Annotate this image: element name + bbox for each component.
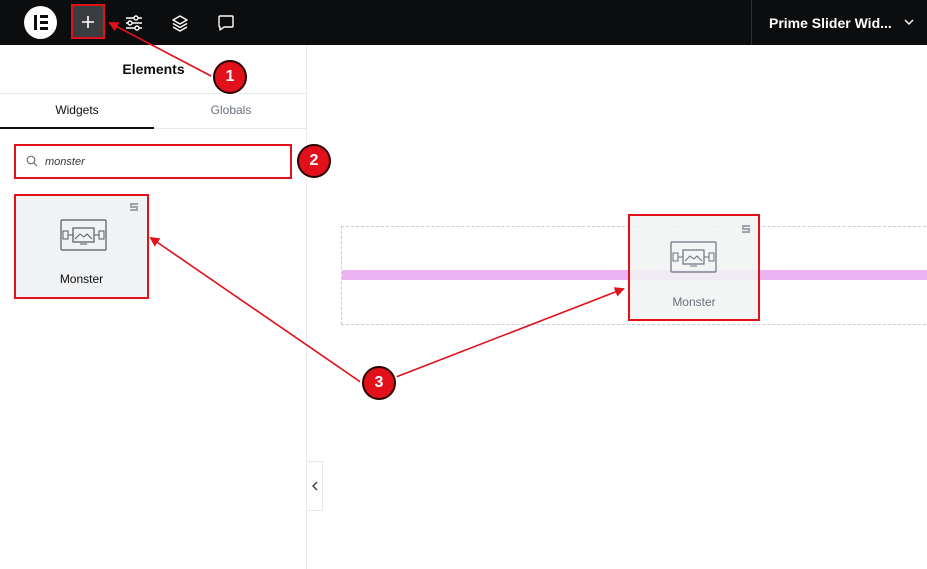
prime-slider-badge-icon <box>742 225 750 233</box>
panel-title: Elements <box>122 61 185 77</box>
tab-globals[interactable]: Globals <box>154 94 308 129</box>
plus-icon <box>82 15 94 28</box>
layers-icon <box>171 14 188 32</box>
panel-tabs: Widgets Globals <box>0 93 307 129</box>
monster-widget-icon <box>60 219 107 251</box>
search-input[interactable] <box>45 152 275 172</box>
site-name: Prime Slider Wid... <box>769 14 892 31</box>
widget-label: Monster <box>672 295 716 309</box>
annotation-badge-1: 1 <box>213 60 247 94</box>
editor-root: Prime Slider Wid... Elements Widgets Glo… <box>0 0 927 569</box>
top-bar: Prime Slider Wid... <box>0 0 927 45</box>
elementor-logo-icon[interactable] <box>24 6 57 39</box>
monster-widget-icon <box>670 241 717 273</box>
prime-slider-badge-icon <box>130 203 138 211</box>
elements-panel: Elements Widgets Globals monster Monster <box>0 45 307 569</box>
site-selector[interactable]: Prime Slider Wid... <box>751 0 927 45</box>
structure-button[interactable] <box>163 6 196 39</box>
comment-icon <box>217 14 234 31</box>
dragged-widget-monster[interactable]: Monster <box>628 214 760 321</box>
annotation-badge-3: 3 <box>362 366 396 400</box>
tab-widgets[interactable]: Widgets <box>0 94 154 129</box>
comments-button[interactable] <box>209 6 242 39</box>
add-element-button[interactable] <box>71 4 105 39</box>
search-icon <box>26 155 38 167</box>
chevron-left-icon <box>311 481 317 491</box>
annotation-badge-2: 2 <box>297 144 331 178</box>
widget-card-monster[interactable]: Monster <box>14 194 149 299</box>
panel-collapse-toggle[interactable] <box>307 461 323 511</box>
sliders-icon <box>125 14 142 31</box>
widget-label: Monster <box>59 272 104 286</box>
widget-search[interactable] <box>14 144 292 179</box>
chevron-down-icon <box>904 19 914 25</box>
site-settings-button[interactable] <box>117 6 150 39</box>
